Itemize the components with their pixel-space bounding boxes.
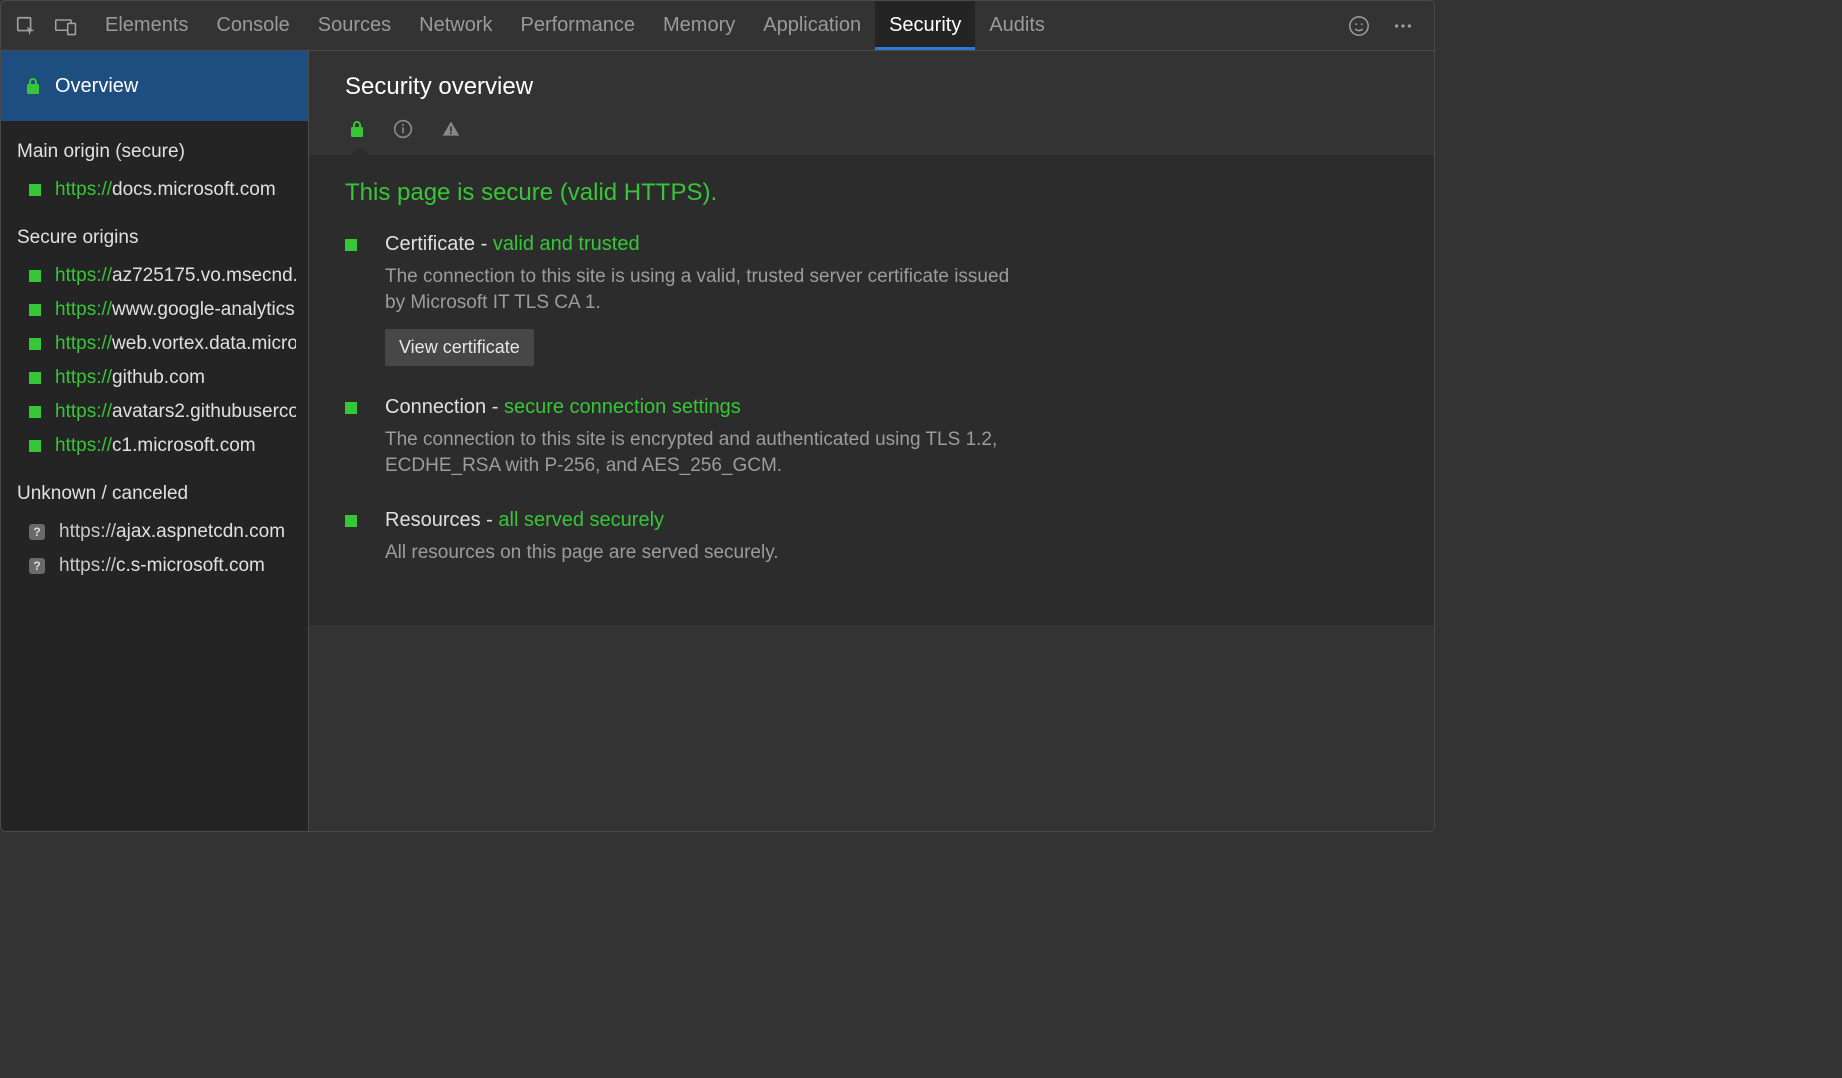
tab-elements[interactable]: Elements — [91, 1, 202, 50]
active-pointer — [350, 146, 370, 156]
tab-performance[interactable]: Performance — [507, 1, 650, 50]
origin-url: https://github.com — [55, 367, 205, 389]
secure-indicator-icon — [345, 239, 357, 251]
origin-url: https://www.google-analytics.c — [55, 299, 296, 321]
section-heading: Connection - secure connection settings — [385, 396, 1025, 419]
secure-origin-item[interactable]: https://www.google-analytics.c — [1, 293, 308, 327]
secure-origin-item[interactable]: https://web.vortex.data.micros — [1, 327, 308, 361]
device-toolbar-icon[interactable] — [53, 13, 79, 39]
tab-audits[interactable]: Audits — [975, 1, 1059, 50]
more-options-icon[interactable] — [1390, 13, 1416, 39]
sidebar-overview-label: Overview — [55, 75, 138, 98]
section-description: The connection to this site is encrypted… — [385, 427, 1025, 478]
secure-indicator-icon — [29, 372, 41, 384]
security-section: Certificate - valid and trusted The conne… — [345, 233, 1398, 366]
secure-indicator-icon — [29, 184, 41, 196]
origin-url: https://c.s-microsoft.com — [59, 555, 265, 577]
sidebar-item-overview[interactable]: Overview — [1, 51, 308, 121]
origin-url: https://avatars2.githubusercon — [55, 401, 296, 423]
unknown-origin-item[interactable]: ? https://c.s-microsoft.com — [1, 549, 308, 583]
section-description: The connection to this site is using a v… — [385, 264, 1025, 315]
secure-origin-item[interactable]: https://github.com — [1, 361, 308, 395]
tab-sources[interactable]: Sources — [304, 1, 405, 50]
unknown-indicator-icon: ? — [29, 558, 45, 574]
sidebar-section-unknown: Unknown / canceled — [1, 463, 308, 515]
unknown-indicator-icon: ? — [29, 524, 45, 540]
security-sidebar: Overview Main origin (secure) https://do… — [1, 51, 309, 831]
secure-origin-item[interactable]: https://avatars2.githubusercon — [1, 395, 308, 429]
section-heading: Certificate - valid and trusted — [385, 233, 1025, 256]
section-heading: Resources - all served securely — [385, 509, 1025, 532]
origin-url: https://c1.microsoft.com — [55, 435, 256, 457]
devtools-window: ElementsConsoleSourcesNetworkPerformance… — [0, 0, 1435, 832]
security-headline: This page is secure (valid HTTPS). — [345, 179, 1398, 233]
secure-indicator-icon — [345, 515, 357, 527]
secure-indicator-icon — [29, 440, 41, 452]
security-section: Connection - secure connection settings T… — [345, 396, 1398, 478]
tab-security[interactable]: Security — [875, 1, 975, 50]
sidebar-section-main-origin: Main origin (secure) — [1, 121, 308, 173]
tab-memory[interactable]: Memory — [649, 1, 749, 50]
secure-indicator-icon — [29, 406, 41, 418]
origin-url: https://ajax.aspnetcdn.com — [59, 521, 285, 543]
main-origin-item[interactable]: https://docs.microsoft.com — [1, 173, 308, 207]
panel-tabs: ElementsConsoleSourcesNetworkPerformance… — [91, 1, 1059, 50]
secure-indicator-icon — [29, 270, 41, 282]
inspect-element-icon[interactable] — [13, 13, 39, 39]
lock-icon — [25, 77, 41, 95]
secure-origin-item[interactable]: https://az725175.vo.msecnd.n — [1, 259, 308, 293]
info-icon[interactable] — [393, 119, 413, 139]
page-title: Security overview — [345, 73, 1398, 101]
tab-console[interactable]: Console — [202, 1, 303, 50]
security-details: This page is secure (valid HTTPS). Certi… — [309, 155, 1434, 625]
tab-application[interactable]: Application — [749, 1, 875, 50]
secure-indicator-icon — [345, 402, 357, 414]
feedback-smile-icon[interactable] — [1346, 13, 1372, 39]
origin-url: https://az725175.vo.msecnd.n — [55, 265, 296, 287]
lock-icon[interactable] — [349, 120, 365, 138]
origin-url: https://web.vortex.data.micros — [55, 333, 296, 355]
secure-origin-item[interactable]: https://c1.microsoft.com — [1, 429, 308, 463]
sidebar-section-secure-origins: Secure origins — [1, 207, 308, 259]
view-certificate-button[interactable]: View certificate — [385, 329, 534, 366]
origin-url: https://docs.microsoft.com — [55, 179, 276, 201]
secure-indicator-icon — [29, 304, 41, 316]
security-section: Resources - all served securely All resou… — [345, 509, 1398, 566]
warning-icon[interactable] — [441, 119, 461, 139]
secure-indicator-icon — [29, 338, 41, 350]
unknown-origin-item[interactable]: ? https://ajax.aspnetcdn.com — [1, 515, 308, 549]
section-description: All resources on this page are served se… — [385, 540, 1025, 566]
security-status-icons — [345, 101, 1398, 155]
devtools-tabbar: ElementsConsoleSourcesNetworkPerformance… — [1, 1, 1434, 51]
security-main: Security overview — [309, 51, 1434, 831]
tab-network[interactable]: Network — [405, 1, 506, 50]
